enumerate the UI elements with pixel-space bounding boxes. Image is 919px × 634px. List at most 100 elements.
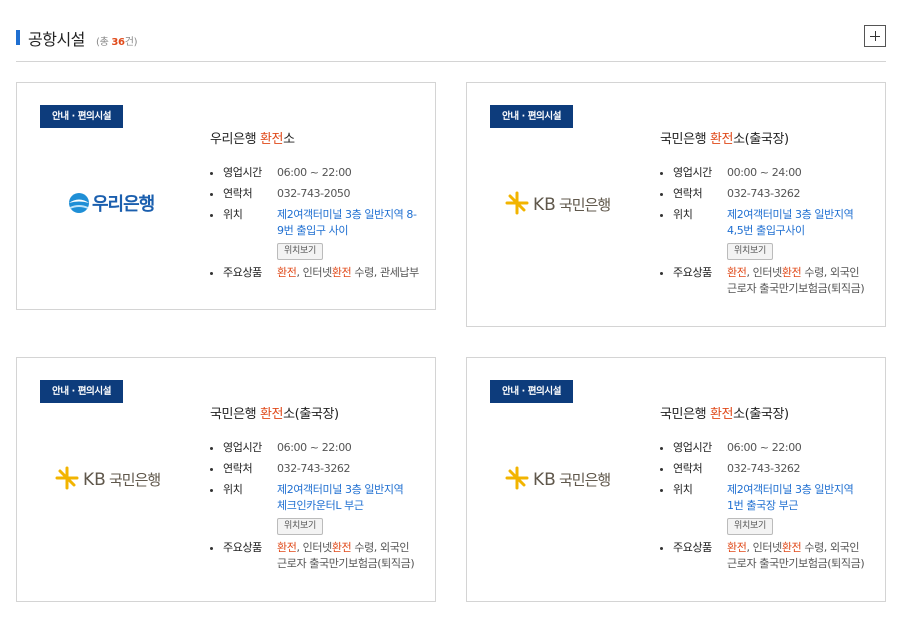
products-text: 수령, 외국인 (801, 541, 860, 554)
hours-label: 영업시간 (223, 441, 262, 454)
hours-value: 06:00 ~ 22:00 (727, 441, 802, 454)
products-text: , 인터넷 (296, 541, 332, 554)
location-value: 제2여객터미널 3층 일반지역 8- 9번 출입구 사이 위치보기 (277, 207, 417, 260)
hours-row: 영업시간 06:00 ~ 22:00 (210, 440, 420, 456)
category-tag: 안내 · 편의시설 (40, 380, 124, 403)
logo-kb: KB (83, 470, 106, 490)
hours-row: 영업시간 00:00 ~ 24:00 (660, 165, 870, 181)
bullet-icon (660, 547, 663, 550)
hours-label: 영업시간 (223, 166, 262, 179)
location-value: 제2여객터미널 3층 일반지역 4,5번 출입구사이 위치보기 (727, 207, 854, 260)
products-text: , 인터넷 (296, 266, 332, 279)
name-suffix: 소(출국장) (283, 407, 339, 422)
logo-kb: KB (533, 195, 556, 215)
facility-info-list: 영업시간 00:00 ~ 24:00 연락처 032-743-3262 위치 제2여객… (660, 165, 870, 302)
location-value: 제2여객터미널 3층 일반지역 체크인카운터L 부근 위치보기 (277, 482, 404, 535)
woori-bank-logo: 우리은행 (17, 183, 197, 223)
count-suffix: 건) (124, 37, 138, 48)
count-number: 36 (111, 37, 125, 48)
products-text: 수령, 외국인 (801, 266, 860, 279)
bullet-icon (660, 272, 663, 275)
location-label: 위치 (223, 208, 243, 221)
facility-card[interactable]: 안내 · 편의시설 KB 국민은행 국민은행 환전소(출국장) 영업시간 06:0… (16, 357, 436, 602)
phone-value: 032-743-3262 (277, 462, 351, 475)
products-label: 주요상품 (223, 266, 262, 279)
facility-card[interactable]: 안내 · 편의시설 우리은행 우리은행 환전소 영업시간 06:00 ~ 22:0… (16, 82, 436, 310)
facility-info-list: 영업시간 06:00 ~ 22:00 연락처 032-743-2050 위치 제2여객… (210, 165, 420, 286)
location-line-1: 제2여객터미널 3층 일반지역 8- (277, 208, 417, 221)
facility-card[interactable]: 안내 · 편의시설 KB 국민은행 국민은행 환전소(출국장) 영업시간 00:0… (466, 82, 886, 327)
products-highlight: 환전 (277, 541, 297, 554)
phone-value: 032-743-3262 (727, 462, 801, 475)
bullet-icon (210, 547, 213, 550)
bullet-icon (210, 172, 213, 175)
phone-row: 연락처 032-743-2050 (210, 186, 420, 202)
name-suffix: 소(출국장) (733, 132, 789, 147)
view-location-button[interactable]: 위치보기 (277, 243, 323, 260)
products-text-line-2: 근로자 출국만기보험금(퇴직금) (277, 557, 415, 570)
kb-star-icon (505, 191, 529, 215)
location-label: 위치 (673, 483, 693, 496)
products-highlight: 환전 (781, 541, 802, 554)
name-highlight: 환전 (709, 132, 734, 147)
products-value: 환전, 인터넷환전 수령, 외국인 근로자 출국만기보험금(퇴직금) (727, 540, 865, 572)
facility-info-list: 영업시간 06:00 ~ 22:00 연락처 032-743-3262 위치 제2여객… (660, 440, 870, 577)
products-text: 수령, 외국인 (351, 541, 410, 554)
kb-star-icon (55, 466, 79, 490)
logo-text: 국민은행 (559, 471, 610, 489)
facility-card[interactable]: 안내 · 편의시설 KB 국민은행 국민은행 환전소(출국장) 영업시간 06:0… (466, 357, 886, 602)
products-label: 주요상품 (223, 541, 262, 554)
name-text: 국민은행 (660, 132, 710, 147)
facility-name: 국민은행 환전소(출국장) (210, 403, 339, 422)
location-line-2: 1번 출국장 부근 (727, 499, 799, 512)
facility-info-list: 영업시간 06:00 ~ 22:00 연락처 032-743-3262 위치 제2여객… (210, 440, 420, 577)
location-label: 위치 (223, 483, 243, 496)
woori-emblem-icon (69, 193, 89, 213)
bullet-icon (660, 468, 663, 471)
products-highlight: 환전 (781, 266, 802, 279)
bullet-icon (210, 489, 213, 492)
expand-plus-button[interactable] (864, 25, 886, 47)
products-value: 환전, 인터넷환전 수령, 관세납부 (277, 265, 419, 281)
phone-value: 032-743-2050 (277, 187, 351, 200)
phone-label: 연락처 (673, 462, 703, 475)
products-row: 주요상품 환전, 인터넷환전 수령, 외국인 근로자 출국만기보험금(퇴직금) (660, 540, 870, 572)
bullet-icon (660, 172, 663, 175)
products-highlight: 환전 (331, 541, 352, 554)
products-row: 주요상품 환전, 인터넷환전 수령, 관세납부 (210, 265, 420, 281)
name-text: 국민은행 (210, 407, 260, 422)
products-label: 주요상품 (673, 541, 712, 554)
products-row: 주요상품 환전, 인터넷환전 수령, 외국인 근로자 출국만기보험금(퇴직금) (660, 265, 870, 297)
phone-row: 연락처 032-743-3262 (660, 461, 870, 477)
view-location-button[interactable]: 위치보기 (727, 518, 773, 535)
bullet-icon (210, 447, 213, 450)
title-accent-bar (16, 30, 20, 45)
hours-label: 영업시간 (673, 441, 712, 454)
bullet-icon (660, 214, 663, 217)
location-row: 위치 제2여객터미널 3층 일반지역 4,5번 출입구사이 위치보기 (660, 207, 870, 260)
bullet-icon (210, 193, 213, 196)
products-text: 수령, 관세납부 (351, 266, 419, 279)
products-text-line-2: 근로자 출국만기보험금(퇴직금) (727, 557, 865, 570)
location-line-1: 제2여객터미널 3층 일반지역 (727, 483, 854, 496)
bullet-icon (210, 468, 213, 471)
facility-name: 국민은행 환전소(출국장) (660, 403, 789, 422)
hours-value: 00:00 ~ 24:00 (727, 166, 802, 179)
phone-label: 연락처 (673, 187, 703, 200)
view-location-button[interactable]: 위치보기 (277, 518, 323, 535)
products-highlight: 환전 (727, 541, 747, 554)
category-tag: 안내 · 편의시설 (490, 380, 574, 403)
name-highlight: 환전 (259, 132, 284, 147)
phone-row: 연락처 032-743-3262 (660, 186, 870, 202)
products-value: 환전, 인터넷환전 수령, 외국인 근로자 출국만기보험금(퇴직금) (727, 265, 865, 297)
name-text: 국민은행 (660, 407, 710, 422)
hours-label: 영업시간 (673, 166, 712, 179)
logo-text: 국민은행 (559, 196, 610, 214)
hours-row: 영업시간 06:00 ~ 22:00 (660, 440, 870, 456)
location-row: 위치 제2여객터미널 3층 일반지역 체크인카운터L 부근 위치보기 (210, 482, 420, 535)
bullet-icon (660, 489, 663, 492)
location-value: 제2여객터미널 3층 일반지역 1번 출국장 부근위치보기 (727, 482, 854, 535)
view-location-button[interactable]: 위치보기 (727, 243, 773, 260)
products-highlight: 환전 (727, 266, 747, 279)
count-prefix: (총 (96, 37, 112, 48)
